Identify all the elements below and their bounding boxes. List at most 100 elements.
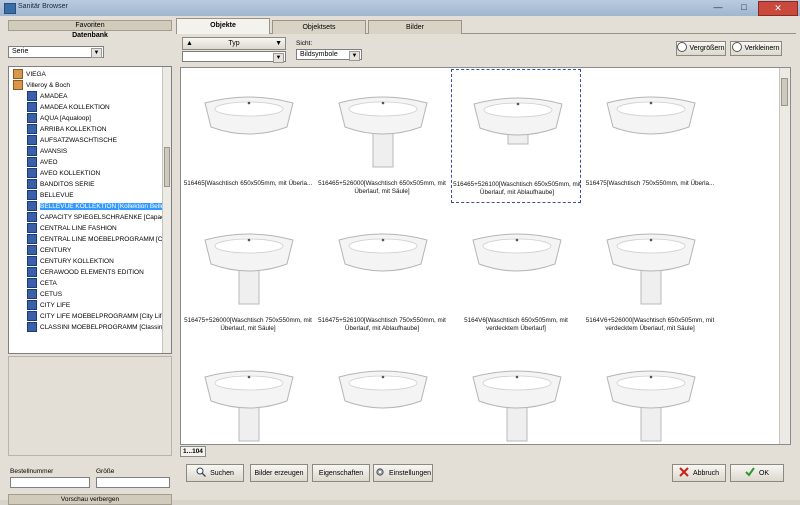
cancel-button[interactable]: Abbruch [672,464,726,482]
object-cell[interactable]: 516475[Waschtisch 750x550mm, mit Überla.… [585,69,715,203]
folder-icon [27,201,37,212]
type-dropdown[interactable]: Typ ▼ ▲ [182,37,286,50]
zoom-out-button[interactable]: Verkleinern [730,41,782,56]
object-caption: 516475+526100[Waschtisch 750x550mm, mit … [318,317,446,332]
tree-item-label: AVEO KOLLEKTION [40,170,101,177]
tab-objektsets[interactable]: Objektsets [272,20,366,34]
folder-icon [27,256,37,267]
tab-objekte[interactable]: Objekte [176,18,270,34]
lock-icon [13,80,23,91]
tree-item[interactable]: CITY LIFE [27,300,70,311]
object-caption: 516475[Waschtisch 750x550mm, mit Überla.… [585,180,715,187]
folder-icon [27,91,37,102]
object-cell[interactable] [585,343,715,444]
ok-label: OK [758,470,770,477]
ok-button[interactable]: OK [730,464,784,482]
object-grid[interactable]: 516465[Waschtisch 650x505mm, mit Überla.… [180,67,791,445]
tree-item[interactable]: CAPACITY SPIEGELSCHRAENKE [Capacity [27,212,171,223]
tree-item[interactable]: VIEGA [13,69,46,80]
page-indicator[interactable]: 1...104 [180,446,206,457]
zoom-in-button[interactable]: Vergrößern [676,41,726,56]
object-cell[interactable]: 516465+526100[Waschtisch 650x505mm, mit … [451,69,581,203]
tree-item[interactable]: BELLEVUE [27,190,74,201]
tree-item-label: CENTRAL LINE FASHION [40,225,117,232]
folder-icon [27,168,37,179]
tree-item[interactable]: BELLEVUE KOLLEKTION [Kollektion Bellevu [27,201,171,212]
tree-item[interactable]: BANDITOS SERIE [27,179,94,190]
tree-item[interactable]: AQUA [Aqualoop] [27,113,91,124]
object-cell[interactable]: 516465+526000[Waschtisch 650x505mm, mit … [317,69,447,203]
tree-item-label: AVANSIS [40,148,68,155]
object-cell[interactable]: 516475+526000[Waschtisch 750x550mm, mit … [183,206,313,340]
type-select[interactable]: ▼ [182,51,286,63]
tree-item[interactable]: CENTURY KOLLEKTION [27,256,114,267]
close-button[interactable]: ✕ [758,1,798,16]
view-select[interactable]: Bildsymbole ▼ [296,49,362,61]
tree-item[interactable]: AVEO KOLLEKTION [27,168,100,179]
tree-item[interactable]: AMADEA [27,91,67,102]
tree-item[interactable]: CENTRAL LINE FASHION [27,223,117,234]
tree-item[interactable]: CETUS [27,289,62,300]
tree-item[interactable]: CETA [27,278,57,289]
tree-item[interactable]: CLASSINI MOEBELPROGRAMM [Classini Mo [27,322,172,333]
maximize-button[interactable]: □ [732,1,756,14]
tree-item-label: CITY LIFE [40,302,71,309]
folder-icon [27,311,37,322]
tree-item[interactable]: ARRIBA KOLLEKTION [27,124,106,135]
tree-item[interactable]: CERAWOOD ELEMENTS EDITION [27,267,144,278]
favorites-header[interactable]: Favoriten [8,20,172,31]
type-label: Typ [228,40,240,47]
tree-item[interactable]: CITY LIFE MOEBELPROGRAMM [City Life M [27,311,171,322]
app-icon [4,3,16,14]
tree-item-label: AMADEA [40,93,68,100]
tree-scrollbar-thumb[interactable] [164,147,170,187]
folder-icon [27,322,37,333]
object-cell[interactable] [183,343,313,444]
chevron-down-icon: ▼ [349,51,360,61]
folder-icon [27,267,37,278]
tree-item[interactable]: CENTRAL LINE MOEBELPROGRAMM [Cent [27,234,171,245]
object-cell[interactable]: 5164V6+526000[Waschtisch 650x505mm, mit … [585,206,715,340]
tree-item-label: Villeroy & Boch [26,82,70,89]
title-bar: Sanitär Browser — □ ✕ [0,0,800,16]
tree-item[interactable]: AVANSIS [27,146,67,157]
object-cell[interactable] [451,343,581,444]
view-label: Sicht: [296,40,313,47]
tree-item[interactable]: AUFSATZWASCHTISCHE [27,135,117,146]
create-images-button[interactable]: Bilder erzeugen [250,464,308,482]
cancel-x-icon [679,467,689,477]
tree-item[interactable]: CENTURY [27,245,71,256]
tree-item[interactable]: AVEO [27,157,58,168]
object-cell[interactable]: 516475+526100[Waschtisch 750x550mm, mit … [317,206,447,340]
folder-icon [27,102,37,113]
properties-button[interactable]: Eigenschaften [312,464,370,482]
order-number-input[interactable] [10,477,90,488]
tree-scrollbar[interactable] [162,67,171,353]
serie-select[interactable]: Serie ▼ [8,46,104,58]
settings-button[interactable]: Einstellungen [373,464,433,482]
tree-item-label: AMADEA KOLLEKTION [40,104,110,111]
object-caption: 516475+526000[Waschtisch 750x550mm, mit … [184,317,312,332]
grid-scrollbar[interactable] [779,68,790,444]
tree-item[interactable]: AMADEA KOLLEKTION [27,102,110,113]
tab-bilder[interactable]: Bilder [368,20,462,34]
series-tree[interactable]: VIEGA Villeroy & Boch AMADEA AMADEA KOLLEKT… [8,66,172,354]
size-input[interactable] [96,477,170,488]
chevron-down-icon: ▼ [91,48,102,58]
client-area: Favoriten Datenbank Serie ▼ VIEGA Villero… [0,16,800,505]
left-panel: Favoriten Datenbank Serie ▼ VIEGA Villero… [8,20,172,494]
grid-scrollbar-thumb[interactable] [781,78,788,106]
chevron-down-icon: ▼ [273,53,284,63]
search-button[interactable]: Suchen [186,464,244,482]
object-cell[interactable]: 5164V6[Waschtisch 650x505mm, mit verdeck… [451,206,581,340]
tree-item-label: AUFSATZWASCHTISCHE [40,137,117,144]
window-title: Sanitär Browser [18,3,68,10]
minimize-button[interactable]: — [706,1,730,14]
folder-icon [27,245,37,256]
object-cell[interactable]: 516465[Waschtisch 650x505mm, mit Überla.… [183,69,313,203]
folder-icon [27,124,37,135]
object-cell[interactable] [317,343,447,444]
object-caption: 516465+526100[Waschtisch 650x505mm, mit … [453,181,581,196]
tree-item[interactable]: Villeroy & Boch [13,80,70,91]
tree-item-label: CLASSINI MOEBELPROGRAMM [Classini Mo [40,324,172,331]
